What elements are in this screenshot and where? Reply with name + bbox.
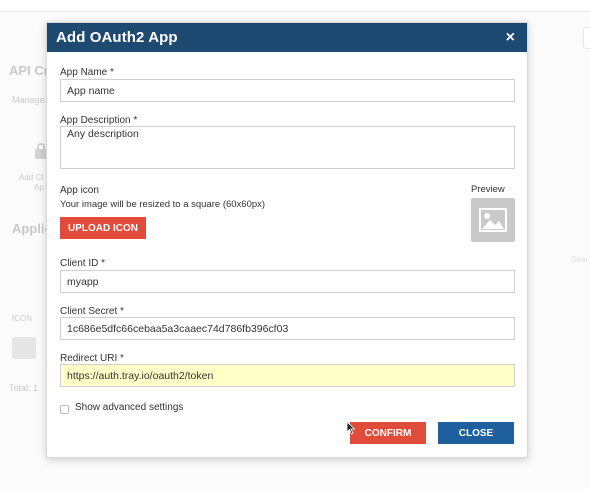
- mouse-cursor-icon: [346, 421, 356, 435]
- app-name-input[interactable]: [60, 79, 515, 102]
- app-name-label: App Name *: [60, 67, 114, 78]
- confirm-button[interactable]: CONFIRM: [350, 422, 426, 444]
- background-control: [583, 27, 590, 49]
- modal-title: Add OAuth2 App: [56, 29, 178, 46]
- top-bar: [0, 0, 590, 12]
- client-secret-input[interactable]: [60, 317, 515, 340]
- background-subtitle: Manage: [12, 95, 45, 105]
- background-icon-column-header: ICON: [12, 314, 32, 323]
- advanced-settings-checkbox[interactable]: [60, 405, 69, 414]
- add-oauth2-app-modal: Add OAuth2 App × App Name * App Descript…: [46, 22, 528, 458]
- image-placeholder-icon: [479, 208, 507, 232]
- app-description-input[interactable]: Any description: [60, 126, 515, 169]
- background-add-label: Add Cl Ap: [19, 173, 44, 192]
- preview-label: Preview: [471, 184, 505, 195]
- client-id-label: Client ID *: [60, 258, 106, 269]
- advanced-settings-label[interactable]: Show advanced settings: [75, 402, 183, 413]
- close-button[interactable]: CLOSE: [438, 422, 514, 444]
- upload-icon-button[interactable]: UPLOAD ICON: [60, 217, 146, 239]
- background-app-thumbnail: [12, 337, 36, 359]
- icon-preview: [471, 198, 515, 242]
- app-description-label: App Description *: [60, 115, 138, 126]
- modal-header: Add OAuth2 App ×: [47, 23, 527, 52]
- app-icon-label: App icon: [60, 185, 99, 196]
- client-id-input[interactable]: [60, 270, 515, 293]
- app-icon-hint: Your image will be resized to a square (…: [60, 199, 266, 210]
- background-title: API Cr: [9, 63, 49, 78]
- background-total: Total: 1: [9, 383, 39, 393]
- client-secret-label: Client Secret *: [60, 306, 124, 317]
- close-icon[interactable]: ×: [506, 29, 515, 46]
- redirect-uri-label: Redirect URI *: [60, 353, 124, 364]
- background-search-hint: Sear: [571, 255, 588, 264]
- redirect-uri-input[interactable]: [60, 364, 515, 387]
